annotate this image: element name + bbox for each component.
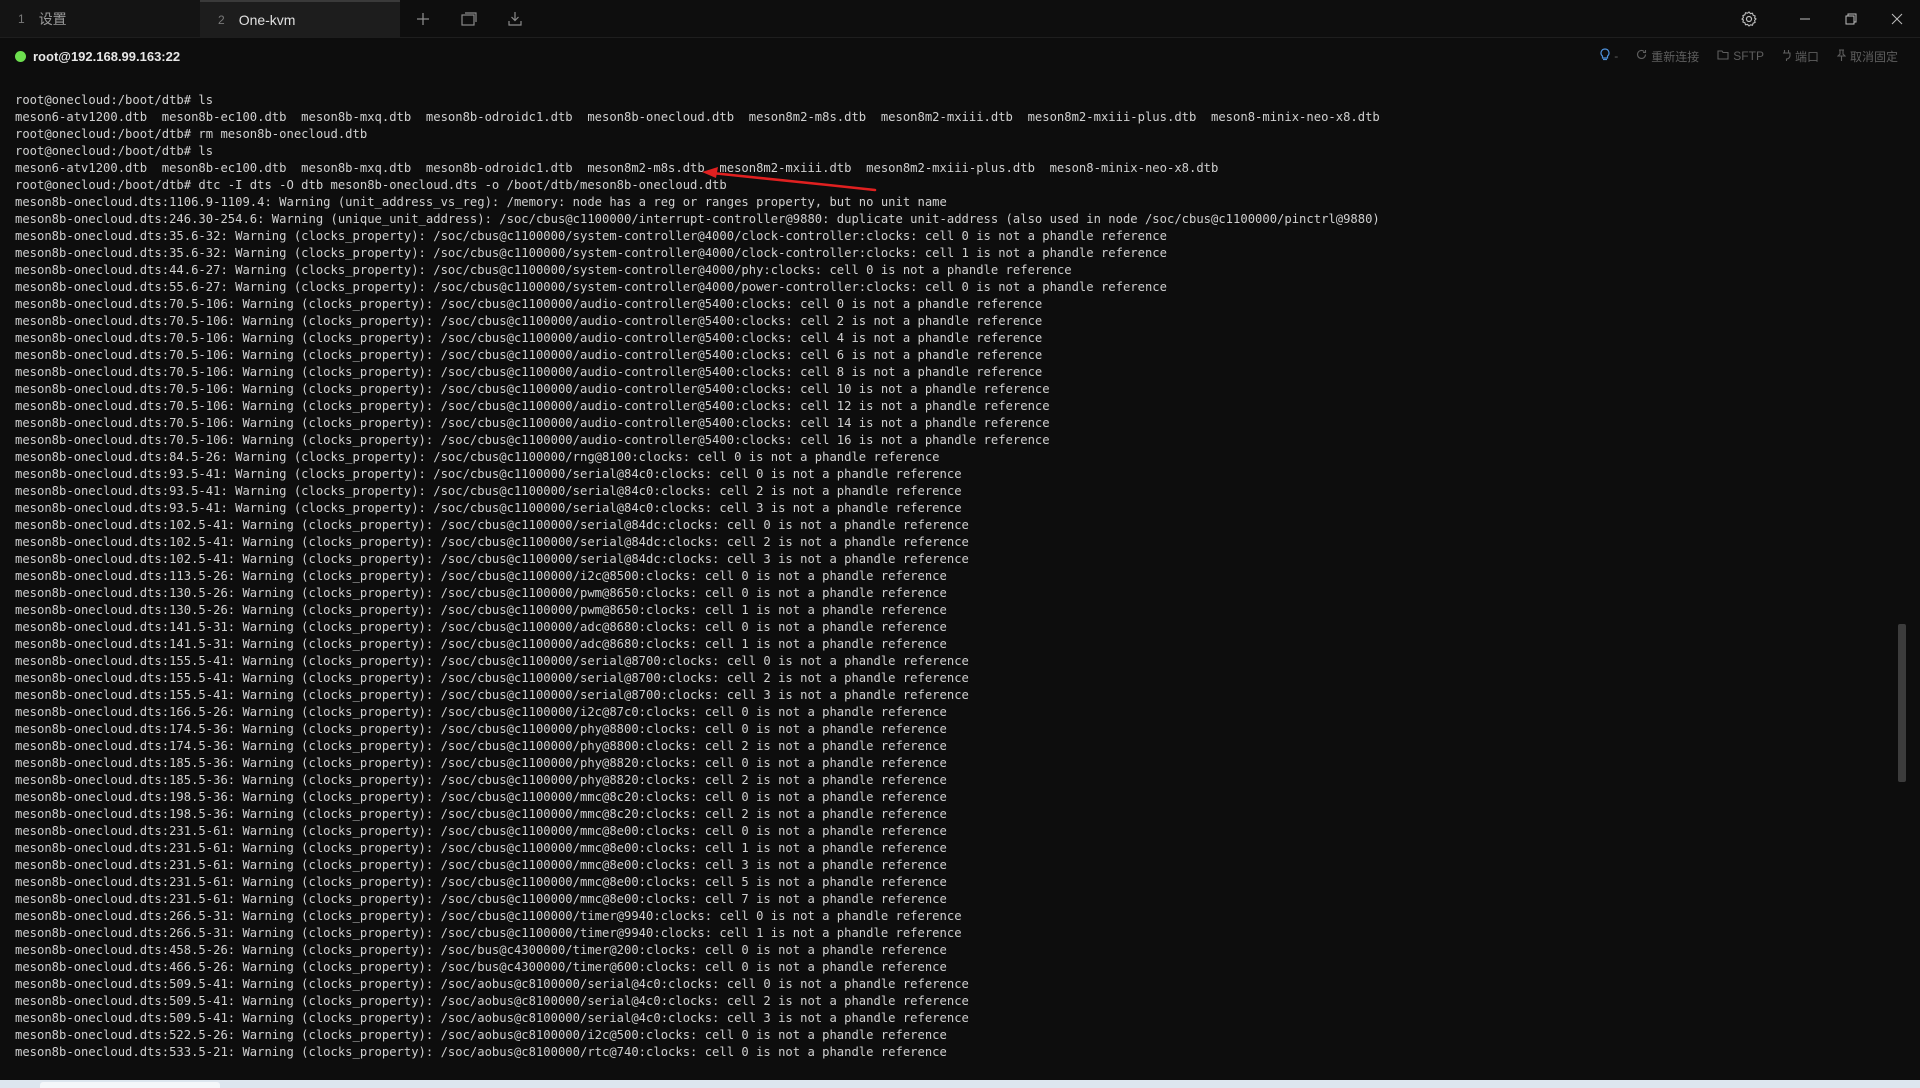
host-label: root@192.168.99.163:22 xyxy=(33,48,181,64)
terminal-line: meson8b-onecloud.dts:198.5-36: Warning (… xyxy=(15,790,947,804)
terminal-line: meson8b-onecloud.dts:130.5-26: Warning (… xyxy=(15,586,947,600)
terminal-line: meson8b-onecloud.dts:246.30-254.6: Warni… xyxy=(15,212,1380,226)
terminal-line: meson8b-onecloud.dts:102.5-41: Warning (… xyxy=(15,552,969,566)
terminal-line: meson8b-onecloud.dts:70.5-106: Warning (… xyxy=(15,433,1050,447)
plug-icon xyxy=(1782,49,1791,64)
gear-icon[interactable] xyxy=(1726,0,1772,37)
terminal-line: meson8b-onecloud.dts:93.5-41: Warning (c… xyxy=(15,467,962,481)
terminal-line: meson8b-onecloud.dts:266.5-31: Warning (… xyxy=(15,909,962,923)
terminal-lines: root@onecloud:/boot/dtb# ls meson6-atv120… xyxy=(0,92,1892,1061)
terminal-line: root@onecloud:/boot/dtb# ls xyxy=(15,93,214,107)
tab-number: 2 xyxy=(218,12,225,27)
terminal-line: meson8b-onecloud.dts:70.5-106: Warning (… xyxy=(15,399,1050,413)
terminal-line: meson8b-onecloud.dts:35.6-32: Warning (c… xyxy=(15,229,1167,243)
sftp-label: SFTP xyxy=(1733,49,1764,63)
tab-bar: 1 设置 2 One-kvm xyxy=(0,0,1920,38)
bottom-strip xyxy=(0,1080,1920,1088)
terminal-line: meson8b-onecloud.dts:174.5-36: Warning (… xyxy=(15,722,947,736)
terminal-line: meson8b-onecloud.dts:509.5-41: Warning (… xyxy=(15,1011,969,1025)
terminal-line: meson8b-onecloud.dts:70.5-106: Warning (… xyxy=(15,365,1043,379)
terminal-line: meson8b-onecloud.dts:231.5-61: Warning (… xyxy=(15,892,947,906)
tab-number: 1 xyxy=(18,11,25,26)
terminal-line: meson8b-onecloud.dts:509.5-41: Warning (… xyxy=(15,994,969,1008)
folder-icon xyxy=(1717,49,1729,63)
lightbulb-button[interactable]: - xyxy=(1600,48,1618,64)
terminal-line: meson8b-onecloud.dts:458.5-26: Warning (… xyxy=(15,943,947,957)
tab-label: One-kvm xyxy=(238,11,296,28)
terminal-line: meson8b-onecloud.dts:231.5-61: Warning (… xyxy=(15,858,947,872)
terminal-line: meson8b-onecloud.dts:1106.9-1109.4: Warn… xyxy=(15,195,947,209)
terminal-line: meson8b-onecloud.dts:155.5-41: Warning (… xyxy=(15,688,969,702)
tab-one-kvm[interactable]: 2 One-kvm xyxy=(200,0,400,37)
terminal-line: meson8b-onecloud.dts:231.5-61: Warning (… xyxy=(15,841,947,855)
terminal-line: meson8b-onecloud.dts:198.5-36: Warning (… xyxy=(15,807,947,821)
terminal-line: meson8b-onecloud.dts:174.5-36: Warning (… xyxy=(15,739,947,753)
connection-actions: - 重新连接 SFTP 端口 取消固定 xyxy=(1600,38,1898,74)
terminal-line: meson8b-onecloud.dts:55.6-27: Warning (c… xyxy=(15,280,1167,294)
terminal-line: meson8b-onecloud.dts:70.5-106: Warning (… xyxy=(15,382,1050,396)
restore-icon[interactable] xyxy=(1828,0,1874,37)
tab-label: 设置 xyxy=(38,10,67,27)
terminal-line: meson8b-onecloud.dts:35.6-32: Warning (c… xyxy=(15,246,1167,260)
plus-icon[interactable] xyxy=(400,0,446,37)
terminal-line: meson8b-onecloud.dts:166.5-26: Warning (… xyxy=(15,705,947,719)
terminal-line: meson8b-onecloud.dts:113.5-26: Warning (… xyxy=(15,569,947,583)
terminal-line: meson8b-onecloud.dts:70.5-106: Warning (… xyxy=(15,331,1043,345)
minimize-icon[interactable] xyxy=(1782,0,1828,37)
terminal-line: meson8b-onecloud.dts:130.5-26: Warning (… xyxy=(15,603,947,617)
lightbulb-icon xyxy=(1600,48,1610,64)
terminal-line: meson8b-onecloud.dts:231.5-61: Warning (… xyxy=(15,824,947,838)
terminal-line: meson8b-onecloud.dts:155.5-41: Warning (… xyxy=(15,654,969,668)
terminal-line: meson8b-onecloud.dts:70.5-106: Warning (… xyxy=(15,297,1043,311)
bottom-strip-segment xyxy=(40,1082,220,1088)
unpin-button[interactable]: 取消固定 xyxy=(1836,48,1898,65)
terminal-line: meson6-atv1200.dtb meson8b-ec100.dtb mes… xyxy=(15,161,1219,175)
terminal-line: meson8b-onecloud.dts:93.5-41: Warning (c… xyxy=(15,501,962,515)
port-label: 端口 xyxy=(1794,49,1819,64)
port-button[interactable]: 端口 xyxy=(1782,48,1819,65)
close-icon[interactable] xyxy=(1874,0,1920,37)
terminal-scrollbar[interactable] xyxy=(1898,624,1906,782)
lightbulb-dropdown-label: - xyxy=(1614,49,1619,63)
terminal-output[interactable]: root@onecloud:/boot/dtb# ls meson6-atv120… xyxy=(0,74,1892,1079)
terminal-line: meson8b-onecloud.dts:466.5-26: Warning (… xyxy=(15,960,947,974)
refresh-icon xyxy=(1636,49,1647,63)
sftp-button[interactable]: SFTP xyxy=(1717,49,1764,63)
pin-icon xyxy=(1836,48,1847,64)
connection-status-dot xyxy=(15,50,26,62)
terminal-line: meson8b-onecloud.dts:93.5-41: Warning (c… xyxy=(15,484,962,498)
terminal-line: meson8b-onecloud.dts:533.5-21: Warning (… xyxy=(15,1045,947,1059)
reconnect-label: 重新连接 xyxy=(1651,49,1700,64)
terminal-line: meson8b-onecloud.dts:141.5-31: Warning (… xyxy=(15,637,947,651)
terminal-line: meson8b-onecloud.dts:231.5-61: Warning (… xyxy=(15,875,947,889)
terminal-line: meson8b-onecloud.dts:70.5-106: Warning (… xyxy=(15,314,1043,328)
terminal-line: meson8b-onecloud.dts:509.5-41: Warning (… xyxy=(15,977,969,991)
terminal-line: meson8b-onecloud.dts:522.5-26: Warning (… xyxy=(15,1028,947,1042)
connection-bar: root@192.168.99.163:22 - 重新连接 SFTP 端口 取消… xyxy=(0,38,1920,74)
terminal-line: meson8b-onecloud.dts:102.5-41: Warning (… xyxy=(15,518,969,532)
terminal-line: meson8b-onecloud.dts:102.5-41: Warning (… xyxy=(15,535,969,549)
terminal-line: meson8b-onecloud.dts:185.5-36: Warning (… xyxy=(15,773,947,787)
terminal-line: meson8b-onecloud.dts:141.5-31: Warning (… xyxy=(15,620,947,634)
unpin-label: 取消固定 xyxy=(1849,49,1898,64)
terminal-line: root@onecloud:/boot/dtb# ls xyxy=(15,144,214,158)
window-split-icon[interactable] xyxy=(446,0,492,37)
terminal-line: root@onecloud:/boot/dtb# dtc -I dts -O d… xyxy=(15,178,727,192)
terminal-line: meson8b-onecloud.dts:155.5-41: Warning (… xyxy=(15,671,969,685)
tab-settings[interactable]: 1 设置 xyxy=(0,0,200,37)
terminal-line: meson8b-onecloud.dts:84.5-26: Warning (c… xyxy=(15,450,940,464)
terminal-line: meson8b-onecloud.dts:70.5-106: Warning (… xyxy=(15,348,1043,362)
tab-actions xyxy=(400,0,538,37)
terminal-line: meson8b-onecloud.dts:185.5-36: Warning (… xyxy=(15,756,947,770)
terminal-line: meson8b-onecloud.dts:70.5-106: Warning (… xyxy=(15,416,1050,430)
terminal-line: root@onecloud:/boot/dtb# rm meson8b-onec… xyxy=(15,127,368,141)
reconnect-button[interactable]: 重新连接 xyxy=(1636,48,1699,65)
terminal-line: meson6-atv1200.dtb meson8b-ec100.dtb mes… xyxy=(15,110,1380,124)
window-controls xyxy=(1726,0,1920,37)
terminal-line: meson8b-onecloud.dts:44.6-27: Warning (c… xyxy=(15,263,1072,277)
download-icon[interactable] xyxy=(492,0,538,37)
terminal-line: meson8b-onecloud.dts:266.5-31: Warning (… xyxy=(15,926,962,940)
